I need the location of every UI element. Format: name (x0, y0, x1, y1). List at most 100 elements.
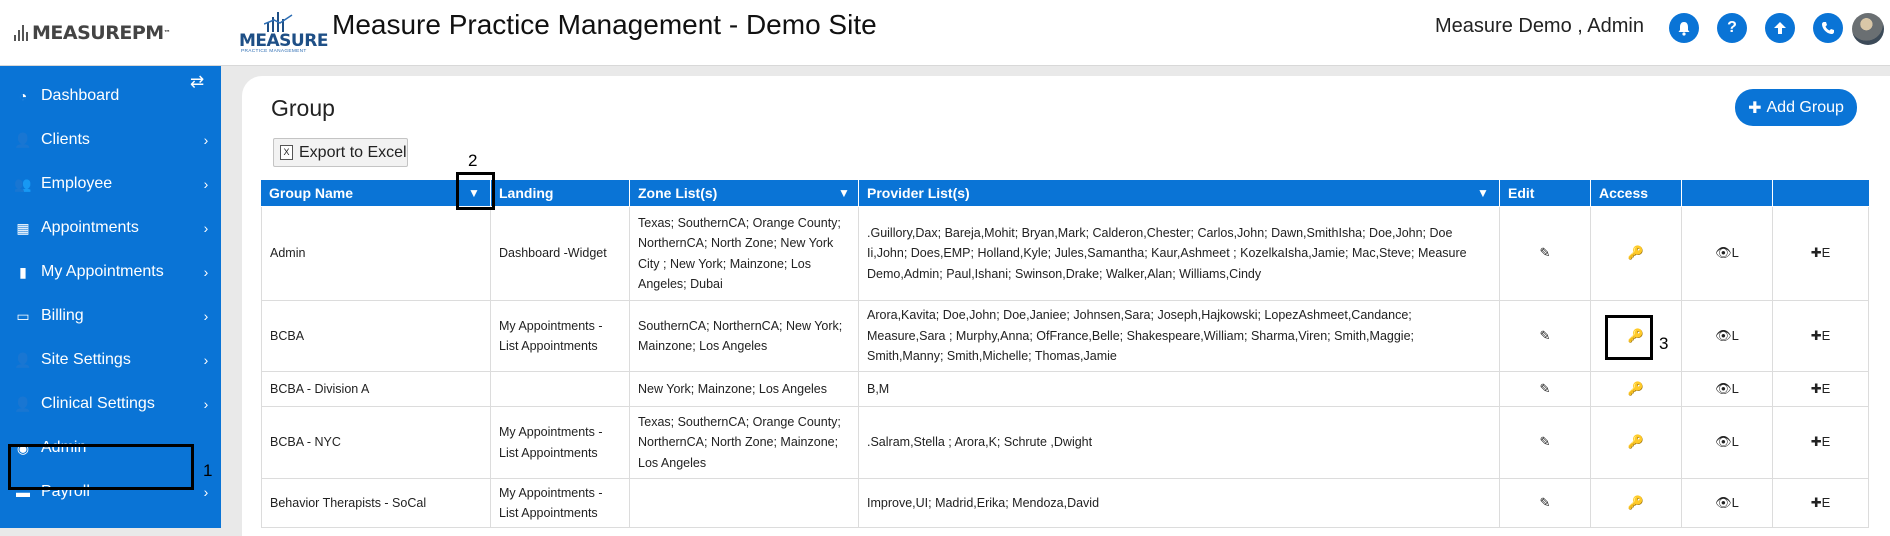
add-group-button[interactable]: ✚ Add Group (1735, 89, 1857, 126)
phone-icon[interactable] (1813, 13, 1843, 43)
add-icon[interactable]: ✚E (1811, 243, 1831, 264)
cell-landing-text: My Appointments - List Appointments (499, 485, 603, 521)
cell-provider-list: B,M (859, 372, 1500, 406)
key-icon[interactable]: 🔑 (1628, 493, 1644, 514)
cell-zone-list: Texas; SouthernCA; Orange County; Northe… (630, 207, 859, 300)
key-icon[interactable]: 🔑 (1628, 432, 1644, 453)
annotation-label-3: 3 (1659, 334, 1669, 353)
col-view (1682, 180, 1773, 206)
user-name[interactable]: Measure Demo , Admin (1435, 15, 1644, 38)
key-cell: 🔑 (1591, 372, 1682, 406)
cell-landing (491, 372, 630, 406)
add-icon[interactable]: ✚E (1811, 432, 1831, 453)
sidebar-item-label: Site Settings (41, 351, 131, 368)
view-icon[interactable]: 👁L (1715, 432, 1739, 453)
key-icon[interactable]: 🔑 (1628, 243, 1644, 264)
sidebar-item-label: Dashboard (41, 87, 120, 104)
cell-landing-text: My Appointments - List Appointments (499, 425, 603, 460)
cell-provider-list-text: .Guillory,Dax; Bareja,Mohit; Bryan,Mark;… (867, 225, 1467, 281)
cell-provider-list: .Guillory,Dax; Bareja,Mohit; Bryan,Mark;… (859, 207, 1500, 300)
chevron-right-icon: › (203, 484, 209, 500)
view-icon[interactable]: 👁L (1715, 379, 1739, 400)
cell-provider-list: Improve,UI; Madrid,Erika; Mendoza,David (859, 479, 1500, 527)
bell-icon[interactable] (1669, 13, 1699, 43)
sidebar-item-label: Employee (41, 175, 113, 192)
edit-icon[interactable]: ✎ (1540, 243, 1551, 264)
table-row: BCBA - Division A New York; Mainzone; Los… (261, 372, 1869, 407)
users-icon: 👥 (14, 175, 32, 192)
dashboard-icon: ◔ (18, 88, 28, 104)
chevron-right-icon: › (203, 132, 209, 148)
edit-cell: ✎ (1500, 407, 1591, 478)
cell-zone-list-text: Texas; SouthernCA; Orange County; Northe… (638, 215, 841, 292)
logo-subtitle: PRACTICE MANAGEMENT (241, 49, 307, 54)
excel-icon: X (280, 145, 293, 160)
cell-zone-list-text: Texas; SouthernCA; Orange County; Northe… (638, 414, 841, 470)
sidebar-item-site-settings[interactable]: 👤 Site Settings › (0, 340, 221, 380)
add-cell: ✚E (1773, 407, 1869, 478)
col-zone-list[interactable]: Zone List(s) (630, 180, 859, 206)
edit-icon[interactable]: ✎ (1540, 493, 1551, 514)
chevron-right-icon: › (203, 176, 209, 192)
measure-logo-icon (264, 12, 293, 32)
edit-icon[interactable]: ✎ (1540, 379, 1551, 400)
edit-icon[interactable]: ✎ (1540, 432, 1551, 453)
edit-icon[interactable]: ✎ (1540, 326, 1551, 347)
col-provider-list[interactable]: Provider List(s) (859, 180, 1500, 206)
add-cell: ✚E (1773, 372, 1869, 406)
chevron-right-icon: › (203, 308, 209, 324)
view-icon[interactable]: 👁L (1715, 243, 1739, 264)
cell-zone-list: Texas; SouthernCA; Orange County; Northe… (630, 407, 859, 478)
brand-logo[interactable]: MEASUREPM ™ (14, 18, 171, 48)
sidebar-item-employee[interactable]: 👥 Employee › (0, 164, 221, 204)
add-icon[interactable]: ✚E (1811, 326, 1831, 347)
cell-provider-list: .Salram,Stella ; Arora,K; Schrute ,Dwigh… (859, 407, 1500, 478)
cell-group-name-text: BCBA - NYC (270, 435, 341, 450)
annotation-box-3 (1605, 315, 1653, 360)
add-icon[interactable]: ✚E (1811, 493, 1831, 514)
sidebar-item-label: Appointments (41, 219, 139, 236)
top-bar: MEASUREPM ™ MEASURE PRACTICE MANAGEMENT M… (0, 0, 1890, 66)
sidebar-item-billing[interactable]: ▭ Billing › (0, 296, 221, 336)
calendar-icon: ▦ (16, 219, 30, 236)
edit-cell: ✎ (1500, 207, 1591, 300)
sidebar-item-clinical-settings[interactable]: 👤 Clinical Settings › (0, 384, 221, 424)
upload-icon[interactable] (1765, 13, 1795, 43)
add-cell: ✚E (1773, 301, 1869, 371)
edit-cell: ✎ (1500, 301, 1591, 371)
cell-group-name-text: Admin (270, 246, 306, 261)
view-icon[interactable]: 👁L (1715, 493, 1739, 514)
zone-filter-icon[interactable]: ▼ (838, 186, 850, 200)
cell-landing: My Appointments - List Appointments (491, 479, 630, 527)
plus-icon: ✚ (1748, 99, 1762, 117)
sidebar-item-appointments[interactable]: ▦ Appointments › (0, 208, 221, 248)
sidebar-item-my-appointments[interactable]: ▮ My Appointments › (0, 252, 221, 292)
sidebar-item-label: Billing (41, 307, 84, 324)
add-icon[interactable]: ✚E (1811, 379, 1831, 400)
logo-word: MEASURE (239, 31, 328, 51)
money-icon: ▭ (16, 307, 30, 324)
sidebar-item-clients[interactable]: 👤 Clients › (0, 120, 221, 160)
view-cell: 👁L (1682, 301, 1773, 371)
export-excel-button[interactable]: X Export to Excel (273, 138, 408, 167)
col-landing[interactable]: Landing (491, 180, 630, 206)
cell-provider-list-text: Arora,Kavita; Doe,John; Doe,Janiee; John… (867, 308, 1414, 364)
cell-zone-list-text: New York; Mainzone; Los Angeles (638, 381, 828, 396)
col-add (1773, 180, 1869, 206)
page-title: Group (271, 95, 335, 121)
annotation-box-2 (456, 172, 495, 210)
add-cell: ✚E (1773, 207, 1869, 300)
cell-zone-list-text: SouthernCA; NorthernCA; New York; Mainzo… (638, 318, 843, 354)
site-title: Measure Practice Management - Demo Site (332, 9, 877, 40)
avatar[interactable] (1852, 13, 1884, 45)
add-group-label: Add Group (1766, 98, 1844, 116)
chevron-right-icon: › (203, 352, 209, 368)
cell-landing: Dashboard -Widget (491, 207, 630, 300)
cell-zone-list (630, 479, 859, 527)
sidebar-item-dashboard[interactable]: ◔ Dashboard (0, 76, 221, 116)
provider-filter-icon[interactable]: ▼ (1477, 186, 1489, 200)
cell-landing-text: Dashboard -Widget (499, 246, 607, 261)
key-icon[interactable]: 🔑 (1628, 379, 1644, 400)
help-icon[interactable]: ? (1717, 13, 1747, 43)
view-icon[interactable]: 👁L (1715, 326, 1739, 347)
